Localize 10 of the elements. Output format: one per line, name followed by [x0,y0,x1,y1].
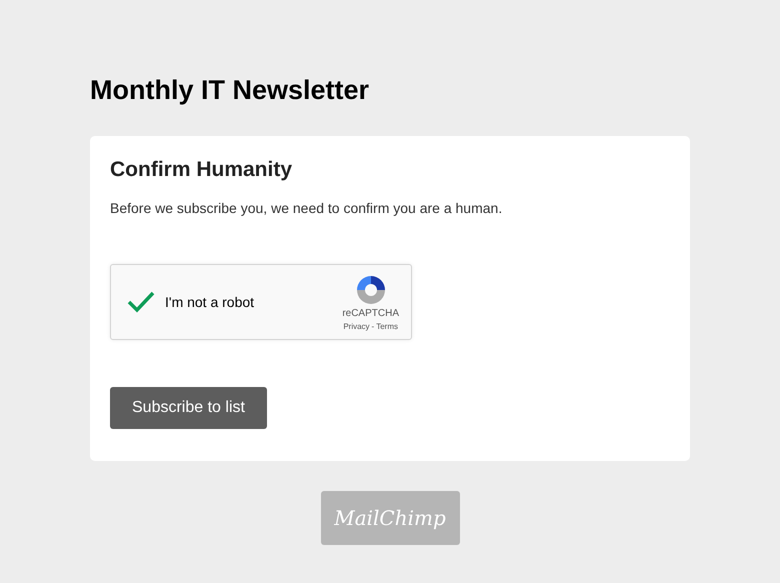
link-separator: - [372,322,374,330]
captcha-label: I'm not a robot [165,294,256,310]
card-text: Before we subscribe you, we need to confirm you are a human. [110,200,502,216]
subscribe-button[interactable]: Subscribe to list [110,387,267,429]
recaptcha-logo-icon [354,274,387,306]
card-heading: Confirm Humanity [110,157,292,183]
page-title: Monthly IT Newsletter [90,74,370,107]
terms-link[interactable]: Terms [376,322,398,330]
privacy-link[interactable]: Privacy [343,322,370,330]
recaptcha-brand: reCAPTCHA [342,308,399,318]
